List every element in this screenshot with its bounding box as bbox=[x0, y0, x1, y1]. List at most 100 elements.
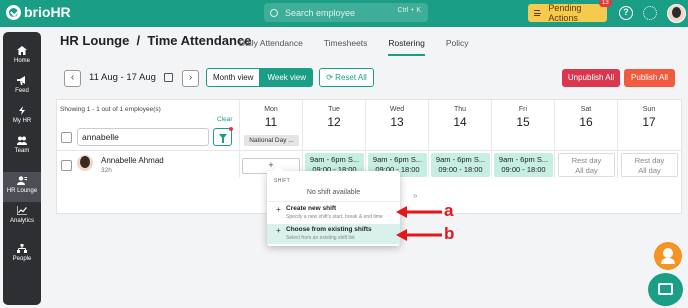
rest-duration: All day bbox=[638, 166, 661, 175]
publish-all-button[interactable]: Publish All bbox=[624, 69, 675, 87]
rest-label: Rest day bbox=[571, 156, 602, 165]
employee-checkbox[interactable] bbox=[61, 160, 72, 171]
megaphone-icon bbox=[17, 76, 25, 85]
employee-filter-input[interactable]: annabelle bbox=[77, 128, 209, 146]
day-name-sun: Sun bbox=[642, 106, 656, 113]
select-all-checkbox[interactable] bbox=[61, 132, 72, 143]
tab-policy[interactable]: Policy bbox=[446, 38, 469, 56]
day-number-thu: 14 bbox=[453, 115, 467, 129]
unpublish-all-button[interactable]: Unpublish All bbox=[562, 69, 620, 87]
day-name-wed: Wed bbox=[389, 106, 405, 113]
next-week-button[interactable]: › bbox=[182, 70, 199, 87]
brio-logo[interactable]: brioHR bbox=[6, 4, 71, 20]
create-new-shift-option[interactable]: + Create new shift Specify a new shift's… bbox=[267, 203, 400, 223]
day-name-sat: Sat bbox=[580, 106, 592, 113]
home-icon bbox=[17, 46, 27, 55]
day-name-fri: Fri bbox=[518, 106, 528, 113]
page-title: HR Lounge / Time Attendance bbox=[60, 33, 252, 48]
sidebar-item-people[interactable]: People bbox=[3, 240, 41, 270]
filter-button[interactable] bbox=[213, 127, 233, 146]
user-avatar[interactable] bbox=[667, 4, 686, 23]
annotation-arrows bbox=[396, 206, 442, 241]
more-chevron-icon[interactable]: » bbox=[413, 191, 417, 200]
help-icon[interactable]: ? bbox=[619, 6, 633, 20]
week-view-button[interactable]: Week view bbox=[260, 68, 313, 87]
popup-divider bbox=[267, 201, 400, 202]
shift-time: 09:00 - 18:00 bbox=[501, 165, 546, 174]
filter-active-dot bbox=[229, 127, 233, 131]
shift-time: 09:00 - 18:00 bbox=[438, 165, 483, 174]
sidebar-label: Home bbox=[13, 58, 30, 64]
rest-duration: All day bbox=[575, 166, 598, 175]
day-number-mon: 11 bbox=[264, 115, 278, 129]
pending-actions-button[interactable]: Pending Actions bbox=[528, 3, 607, 23]
sidebar-item-hr-lounge[interactable]: HR Lounge bbox=[3, 172, 41, 202]
clear-filter-link[interactable]: Clear bbox=[217, 116, 233, 123]
shift-cell-fri[interactable]: 9am - 6pm S... 09:00 - 18:00 bbox=[494, 153, 553, 177]
search-employee-input[interactable]: Search employee Ctrl + K bbox=[264, 3, 428, 22]
tab-timesheets[interactable]: Timesheets bbox=[324, 38, 368, 56]
day-number-fri: 15 bbox=[516, 115, 530, 129]
shift-name: 9am - 6pm S... bbox=[435, 155, 486, 164]
rest-label: Rest day bbox=[634, 156, 665, 165]
option-subtitle: Specify a new shift's start, break & end… bbox=[286, 214, 383, 220]
popup-heading: SHIFT bbox=[274, 178, 290, 184]
calendar-icon[interactable] bbox=[164, 73, 173, 82]
employee-name[interactable]: Annabelle Ahmad bbox=[101, 156, 164, 165]
list-icon bbox=[534, 10, 542, 16]
shift-cell-thu[interactable]: 9am - 6pm S... 09:00 - 18:00 bbox=[431, 153, 490, 177]
arrow-b-icon bbox=[396, 229, 442, 241]
plus-icon: + bbox=[276, 226, 281, 235]
option-title: Create new shift bbox=[286, 205, 337, 212]
search-placeholder: Search employee bbox=[285, 7, 356, 18]
pending-count-badge: 13 bbox=[599, 0, 612, 7]
day-number-tue: 12 bbox=[327, 115, 341, 129]
day-number-wed: 13 bbox=[390, 115, 404, 129]
row-divider bbox=[56, 150, 682, 151]
sidebar: Home Feed My HR Team HR Lounge Analytics… bbox=[3, 32, 41, 305]
bolt-icon bbox=[19, 106, 25, 115]
top-bar: brioHR Search employee Ctrl + K Pending … bbox=[0, 0, 688, 27]
day-name-mon: Mon bbox=[264, 106, 278, 113]
employee-count: Showing 1 - 1 out of 1 employee(s) bbox=[60, 106, 161, 113]
sidebar-item-analytics[interactable]: Analytics bbox=[3, 202, 41, 232]
refresh-icon: ⟳ bbox=[326, 73, 336, 82]
prev-week-button[interactable]: ‹ bbox=[64, 70, 81, 87]
sidebar-item-feed[interactable]: Feed bbox=[3, 72, 41, 102]
view-toggle: Month view Week view bbox=[206, 68, 313, 87]
employee-avatar bbox=[77, 155, 93, 171]
choose-existing-shifts-option[interactable]: + Choose from existing shifts Select fro… bbox=[267, 224, 400, 244]
holiday-tag[interactable]: National Day ... bbox=[244, 135, 299, 146]
annotation-label-a: a bbox=[444, 201, 454, 220]
day-name-thu: Thu bbox=[453, 106, 467, 113]
option-subtitle: Select from an existing shift list bbox=[286, 235, 355, 241]
reset-all-label: Reset All bbox=[335, 73, 367, 82]
settings-gear-icon[interactable] bbox=[643, 6, 657, 20]
tab-daily-attendance[interactable]: Daily Attendance bbox=[239, 38, 303, 56]
chat-button[interactable] bbox=[648, 273, 683, 306]
day-name-tue: Tue bbox=[328, 106, 340, 113]
day-number-sat: 16 bbox=[579, 115, 593, 129]
people-help-button[interactable] bbox=[654, 242, 682, 270]
arrow-a-icon bbox=[396, 206, 442, 218]
rest-day-cell-sun[interactable]: Rest day All day bbox=[621, 153, 678, 177]
sidebar-item-my-hr[interactable]: My HR bbox=[3, 102, 41, 132]
date-range: 11 Aug - 17 Aug bbox=[89, 72, 156, 83]
filter-icon bbox=[219, 134, 227, 143]
tab-rostering[interactable]: Rostering bbox=[388, 38, 425, 56]
sidebar-label: HR Lounge bbox=[6, 188, 38, 194]
logo-check-icon bbox=[6, 4, 21, 20]
person-icon bbox=[661, 248, 675, 264]
reset-all-button[interactable]: ⟳ Reset All bbox=[319, 68, 374, 87]
pending-actions-label: Pending Actions bbox=[548, 3, 582, 23]
chat-bubble-icon bbox=[658, 283, 673, 295]
employee-hours: 32h bbox=[101, 167, 112, 174]
month-view-button[interactable]: Month view bbox=[206, 68, 261, 87]
sidebar-label: Team bbox=[14, 148, 30, 154]
rest-day-cell-sat[interactable]: Rest day All day bbox=[558, 153, 615, 177]
sidebar-item-home[interactable]: Home bbox=[3, 42, 41, 72]
brand-name: brioHR bbox=[24, 4, 71, 20]
sidebar-item-team[interactable]: Team bbox=[3, 132, 41, 162]
option-title: Choose from existing shifts bbox=[286, 226, 372, 233]
day-number-sun: 17 bbox=[642, 115, 656, 129]
